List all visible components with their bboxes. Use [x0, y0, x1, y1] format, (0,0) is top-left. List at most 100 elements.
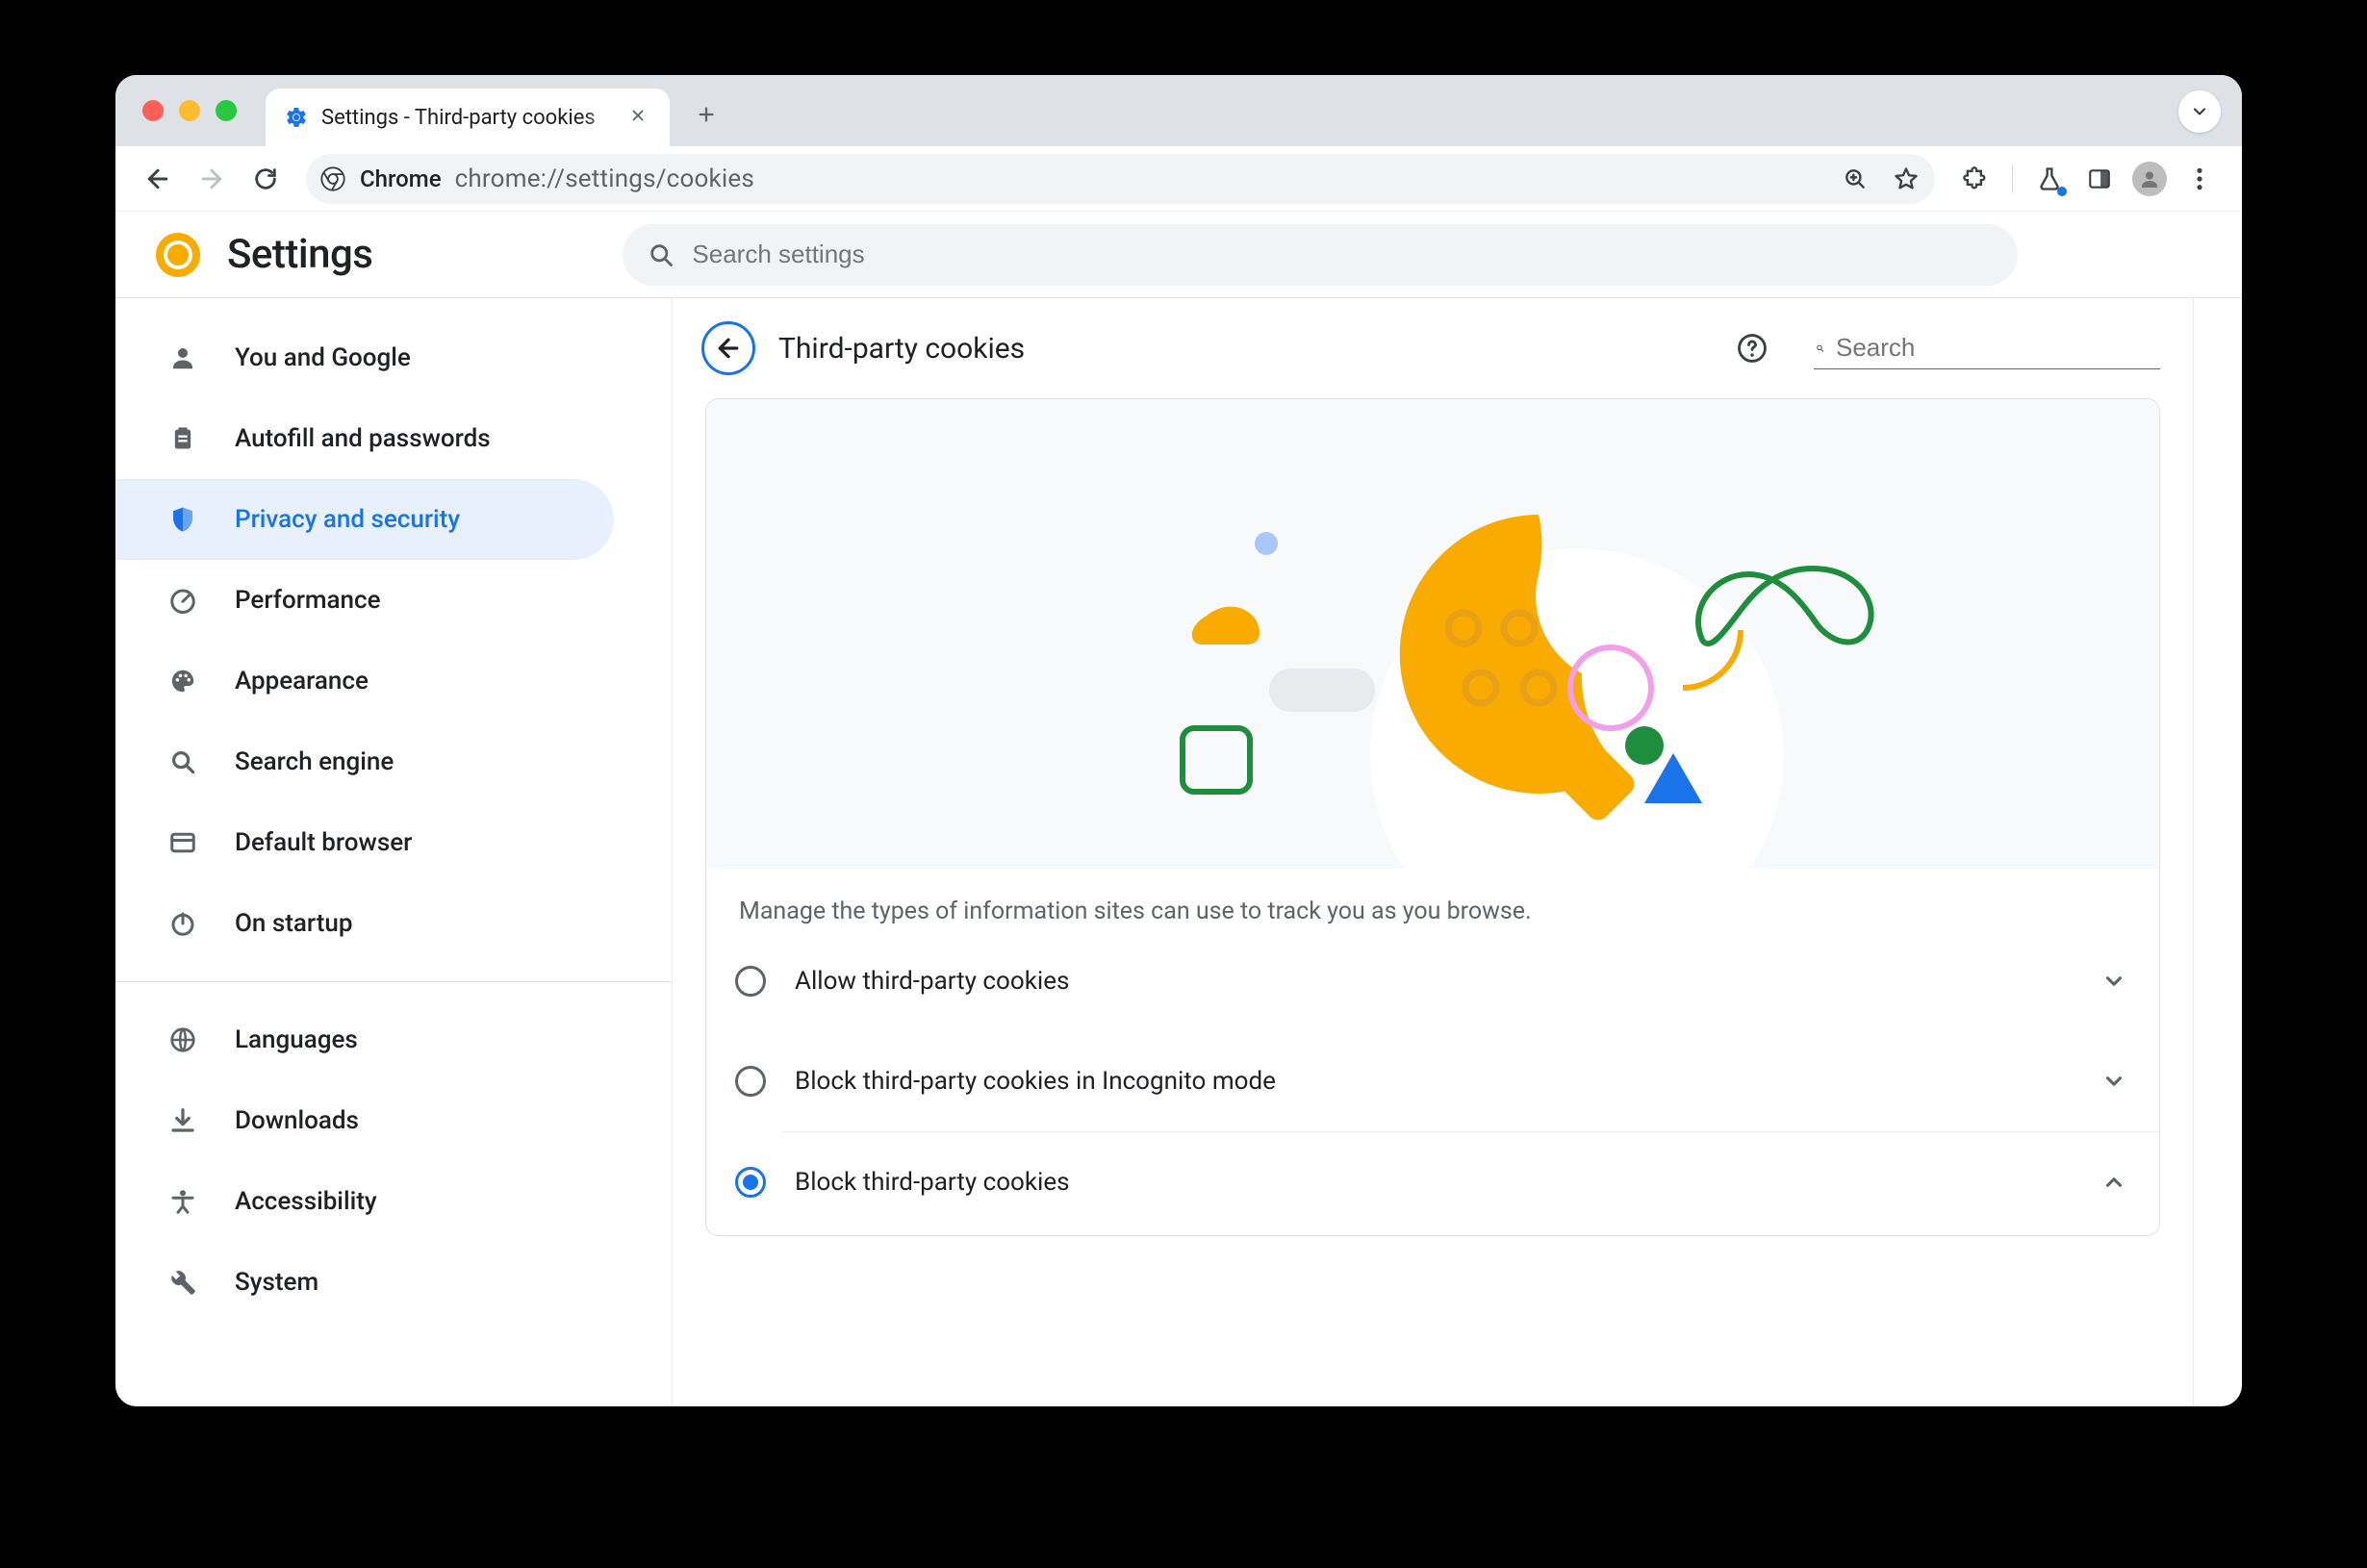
tab-dropdown-button[interactable] — [2178, 90, 2221, 133]
sidebar-label: Downloads — [235, 1106, 359, 1135]
page-back-button[interactable] — [701, 321, 755, 375]
sidebar-item-on-startup[interactable]: On startup — [115, 883, 672, 964]
sidebar-item-autofill[interactable]: Autofill and passwords — [115, 398, 672, 479]
chevron-down-icon — [2101, 1069, 2126, 1094]
sidebar-item-you-and-google[interactable]: You and Google — [115, 317, 672, 398]
wrench-icon — [165, 1265, 200, 1300]
sidebar-item-accessibility[interactable]: Accessibility — [115, 1161, 672, 1242]
accessibility-icon — [165, 1184, 200, 1219]
settings-sidebar: You and Google Autofill and passwords Pr… — [115, 298, 673, 1406]
settings-search[interactable] — [623, 224, 2018, 286]
browser-tab[interactable]: Settings - Third-party cookies — [266, 89, 670, 146]
browser-toolbar: Chrome chrome://settings/cookies — [115, 146, 2242, 212]
arrow-left-icon — [714, 334, 743, 363]
tab-strip: Settings - Third-party cookies — [115, 75, 2242, 146]
bookmark-star-icon[interactable] — [1893, 165, 1920, 192]
extensions-button[interactable] — [1952, 156, 1998, 202]
globe-icon — [165, 1023, 200, 1057]
search-icon — [648, 241, 674, 268]
chevron-down-icon — [2101, 969, 2126, 994]
download-icon — [165, 1103, 200, 1138]
close-tab-button[interactable] — [624, 101, 652, 135]
settings-main: Third-party cookies — [673, 298, 2194, 1406]
palette-icon — [165, 664, 200, 698]
sidebar-item-appearance[interactable]: Appearance — [115, 641, 672, 721]
page-header: Third-party cookies — [673, 321, 2193, 398]
option-block-third-party[interactable]: Block third-party cookies — [781, 1131, 2159, 1231]
settings-page: Settings You and Google Autofill and pas… — [115, 212, 2242, 1406]
option-label: Block third-party cookies in Incognito m… — [795, 1067, 2073, 1096]
power-icon — [165, 906, 200, 941]
chrome-brand-icon — [156, 233, 200, 277]
sidepanel-button[interactable] — [2076, 156, 2123, 202]
sidebar-label: Performance — [235, 586, 381, 615]
sidebar-item-system[interactable]: System — [115, 1242, 672, 1323]
option-block-incognito[interactable]: Block third-party cookies in Incognito m… — [781, 1031, 2159, 1131]
sidebar-item-search-engine[interactable]: Search engine — [115, 721, 672, 802]
plus-icon — [696, 104, 717, 125]
divider — [2012, 164, 2013, 193]
sidebar-label: Default browser — [235, 828, 412, 857]
page-search-input[interactable] — [1836, 333, 2158, 363]
close-window-button[interactable] — [142, 100, 164, 121]
back-button[interactable] — [135, 156, 181, 202]
settings-header: Settings — [115, 212, 2242, 298]
panel-icon — [2087, 166, 2112, 191]
puzzle-icon — [1962, 165, 1989, 192]
search-icon — [165, 745, 200, 779]
chevron-up-icon — [2101, 1170, 2126, 1195]
maximize-window-button[interactable] — [216, 100, 237, 121]
sidebar-label: You and Google — [235, 343, 411, 372]
shield-icon — [165, 502, 200, 537]
settings-gear-icon — [285, 106, 308, 129]
browser-icon — [165, 825, 200, 860]
settings-search-input[interactable] — [692, 240, 1993, 269]
sidebar-item-downloads[interactable]: Downloads — [115, 1080, 672, 1161]
window-controls — [142, 100, 237, 121]
settings-title: Settings — [227, 231, 372, 278]
url-chip: Chrome — [360, 165, 442, 192]
dots-vertical-icon — [2196, 166, 2203, 191]
sidebar-item-privacy[interactable]: Privacy and security — [115, 479, 614, 560]
sidebar-label: Autofill and passwords — [235, 424, 491, 453]
chevron-down-icon — [2190, 102, 2209, 121]
sidebar-label: Search engine — [235, 747, 394, 776]
menu-button[interactable] — [2176, 156, 2223, 202]
toolbar-right — [1952, 156, 2223, 202]
new-tab-button[interactable] — [683, 91, 729, 138]
cookie-options: Allow third-party cookies Block third-pa… — [706, 931, 2159, 1235]
arrow-left-icon — [143, 164, 172, 193]
clipboard-icon — [165, 421, 200, 456]
right-gutter — [2194, 298, 2242, 1406]
minimize-window-button[interactable] — [179, 100, 200, 121]
reload-button[interactable] — [242, 156, 289, 202]
sidebar-item-languages[interactable]: Languages — [115, 999, 672, 1080]
avatar-icon — [2132, 162, 2167, 196]
arrow-right-icon — [197, 164, 226, 193]
sidebar-label: Privacy and security — [235, 505, 460, 534]
zoom-icon[interactable] — [1843, 166, 1868, 191]
page-description: Manage the types of information sites ca… — [706, 869, 2159, 931]
cookies-illustration — [706, 399, 2159, 869]
sidebar-item-default-browser[interactable]: Default browser — [115, 802, 672, 883]
profile-button[interactable] — [2126, 156, 2173, 202]
forward-button[interactable] — [189, 156, 235, 202]
option-label: Block third-party cookies — [795, 1168, 2073, 1197]
sidebar-item-performance[interactable]: Performance — [115, 560, 672, 641]
radio-icon — [735, 1066, 766, 1097]
sidebar-label: System — [235, 1268, 318, 1297]
labs-button[interactable] — [2026, 156, 2073, 202]
page-search[interactable] — [1814, 327, 2160, 369]
browser-window: Settings - Third-party cookies — [115, 75, 2242, 1406]
sidebar-label: On startup — [235, 909, 352, 938]
sidebar-label: Languages — [235, 1025, 358, 1054]
close-icon — [629, 107, 647, 124]
cookies-card: Manage the types of information sites ca… — [705, 398, 2160, 1236]
radio-icon — [735, 966, 766, 997]
help-button[interactable] — [1733, 329, 1771, 367]
sidebar-label: Accessibility — [235, 1187, 377, 1216]
option-allow-third-party[interactable]: Allow third-party cookies — [706, 931, 2159, 1031]
address-bar[interactable]: Chrome chrome://settings/cookies — [306, 154, 1935, 204]
search-icon — [1816, 336, 1824, 361]
sidebar-divider — [115, 981, 672, 982]
